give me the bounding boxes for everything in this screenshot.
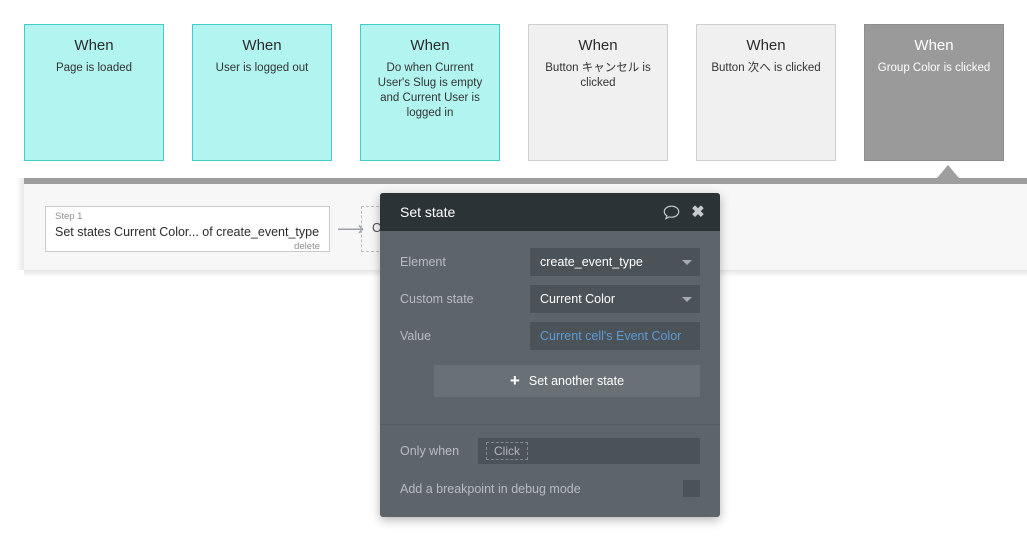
workflow-card-button-cancel-clicked[interactable]: When Button キャンセル is clicked	[528, 24, 668, 161]
card-when-label: When	[74, 37, 114, 54]
card-description: Button 次へ is clicked	[711, 62, 821, 74]
panel-left-shadow	[16, 178, 24, 270]
workflow-card-group-color-clicked[interactable]: When Group Color is clicked	[864, 24, 1004, 161]
card-when-label: When	[914, 37, 954, 54]
plus-icon: +	[509, 371, 520, 390]
field-row-value: Value Current cell's Event Color	[400, 322, 700, 350]
workflow-card-page-is-loaded[interactable]: When Page is loaded	[24, 24, 164, 161]
field-row-element: Element create_event_type	[400, 248, 700, 276]
dialog-header: Set state ✖	[380, 193, 720, 231]
dialog-body: Element create_event_type Custom state C…	[380, 231, 720, 350]
breakpoint-checkbox[interactable]	[683, 480, 700, 497]
card-when-label: When	[578, 37, 618, 54]
field-row-custom-state: Custom state Current Color	[400, 285, 700, 313]
action-step-1[interactable]: Step 1 Set states Current Color... of cr…	[45, 206, 330, 252]
workflow-event-cards: When Page is loaded When User is logged …	[24, 24, 1004, 161]
card-when-label: When	[242, 37, 282, 54]
custom-state-field-label: Custom state	[400, 292, 474, 306]
card-description: Group Color is clicked	[877, 62, 991, 74]
workflow-card-do-when-slug-empty[interactable]: When Do when Current User's Slug is empt…	[360, 24, 500, 161]
dialog-title: Set state	[400, 204, 456, 220]
value-field-label: Value	[400, 329, 432, 343]
workflow-editor: When Page is loaded When User is logged …	[0, 0, 1027, 537]
set-another-state-button[interactable]: + Set another state	[434, 365, 700, 397]
value-expression-field[interactable]: Current cell's Event Color	[530, 322, 700, 350]
value-expression-text: Current cell's Event Color	[540, 329, 682, 343]
comment-bubble-icon[interactable]	[660, 201, 682, 223]
selected-card-caret-icon	[937, 165, 959, 178]
custom-state-dropdown[interactable]: Current Color	[530, 285, 700, 313]
only-when-row: Only when Click	[380, 425, 720, 464]
step-number-label: Step 1	[55, 211, 83, 222]
chevron-down-icon	[682, 296, 692, 302]
only-when-placeholder: Click	[486, 442, 528, 460]
only-when-input[interactable]: Click	[478, 438, 700, 464]
element-dropdown-value: create_event_type	[540, 255, 643, 269]
card-description: Do when Current User's Slug is empty and…	[377, 62, 483, 119]
element-dropdown[interactable]: create_event_type	[530, 248, 700, 276]
step-delete-link[interactable]: delete	[55, 241, 320, 252]
workflow-card-user-is-logged-out[interactable]: When User is logged out	[192, 24, 332, 161]
chevron-down-icon	[682, 259, 692, 265]
breakpoint-row: Add a breakpoint in debug mode	[380, 464, 720, 497]
breakpoint-label: Add a breakpoint in debug mode	[400, 481, 581, 496]
card-description: Page is loaded	[55, 62, 133, 74]
only-when-label: Only when	[400, 444, 460, 458]
set-another-state-label: Set another state	[528, 374, 625, 388]
card-when-label: When	[410, 37, 450, 54]
set-state-dialog: Set state ✖ Element create_event_type Cu…	[380, 193, 720, 517]
step-title: Set states Current Color... of create_ev…	[55, 225, 320, 239]
card-when-label: When	[746, 37, 786, 54]
card-description: Button キャンセル is clicked	[545, 62, 651, 89]
card-description: User is logged out	[215, 62, 309, 74]
element-field-label: Element	[400, 255, 446, 269]
workflow-card-button-next-clicked[interactable]: When Button 次へ is clicked	[696, 24, 836, 161]
close-icon[interactable]: ✖	[688, 201, 708, 223]
custom-state-dropdown-value: Current Color	[540, 292, 616, 306]
